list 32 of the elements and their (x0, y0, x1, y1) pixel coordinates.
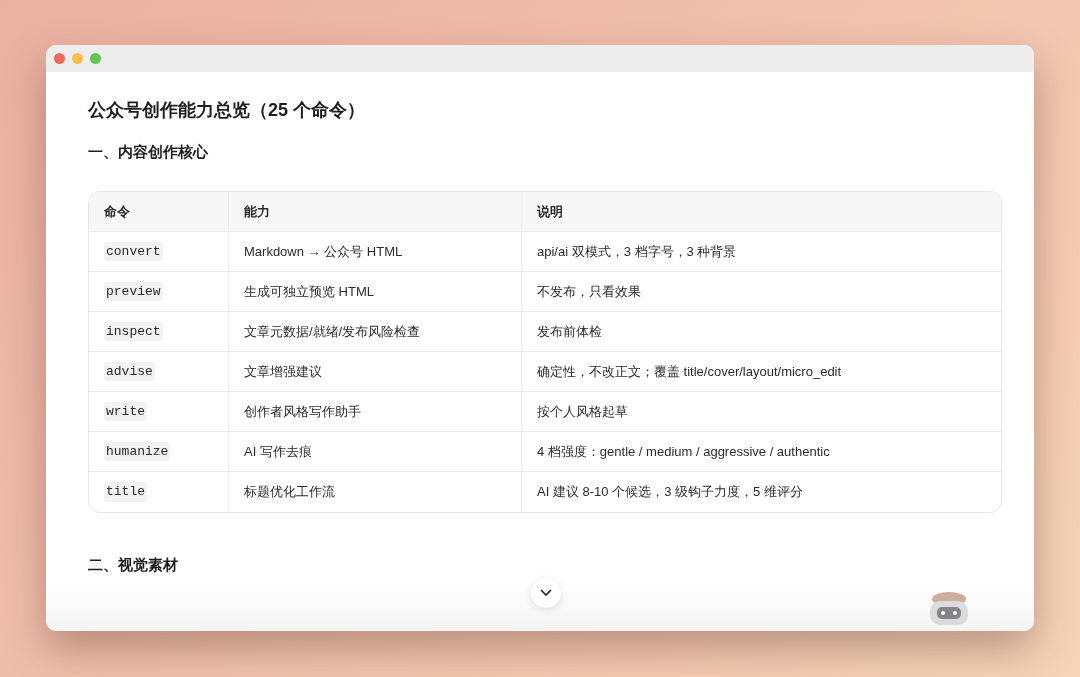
table-cell-text: 发布前体检 (536, 322, 603, 341)
table-cell-text: 4 档强度：gentle / medium / aggressive / authentic (536, 442, 831, 461)
section-heading: 二、视觉素材 (88, 555, 179, 575)
column-header: 命令 (89, 192, 229, 231)
zoom-window-button[interactable] (90, 53, 101, 64)
table-cell: 生成可独立预览 HTML (229, 272, 522, 311)
table-cell-text: 按个人风格起草 (536, 402, 629, 421)
section-heading: 一、内容创作核心 (88, 142, 209, 162)
table-cell: 创作者风格写作助手 (229, 392, 522, 431)
command-code: convert (104, 241, 163, 262)
table-cell-text: 不发布，只看效果 (536, 282, 642, 301)
table-cell: Markdown → 公众号 HTML (229, 232, 522, 271)
close-window-button[interactable] (54, 53, 65, 64)
table-cell-text: api/ai 双模式，3 档字号，3 种背景 (536, 242, 738, 261)
command-code: inspect (104, 321, 163, 342)
table-cell-text: 确定性，不改正文；覆盖 title/cover/layout/micro_edit (536, 362, 843, 381)
command-code: write (104, 401, 147, 422)
table-cell: AI 写作去痕 (229, 432, 522, 471)
chevron-down-icon (540, 589, 552, 597)
scroll-down-button[interactable] (531, 578, 561, 608)
command-code: preview (104, 281, 163, 302)
table-cell-text: AI 建议 8-10 个候选，3 级钩子力度，5 维评分 (536, 483, 804, 502)
column-header: 能力 (229, 192, 522, 231)
table-cell: 标题优化工作流 (229, 472, 522, 512)
table-cell: 文章元数据/就绪/发布风险检查 (229, 312, 522, 351)
table-cell: 文章增强建议 (229, 352, 522, 391)
command-code: humanize (104, 441, 171, 462)
minimize-window-button[interactable] (72, 53, 83, 64)
command-code: advise (104, 361, 155, 382)
column-header: 说明 (535, 202, 564, 221)
page-title: 公众号创作能力总览（25 个命令） (88, 99, 367, 122)
command-code: title (104, 482, 147, 502)
